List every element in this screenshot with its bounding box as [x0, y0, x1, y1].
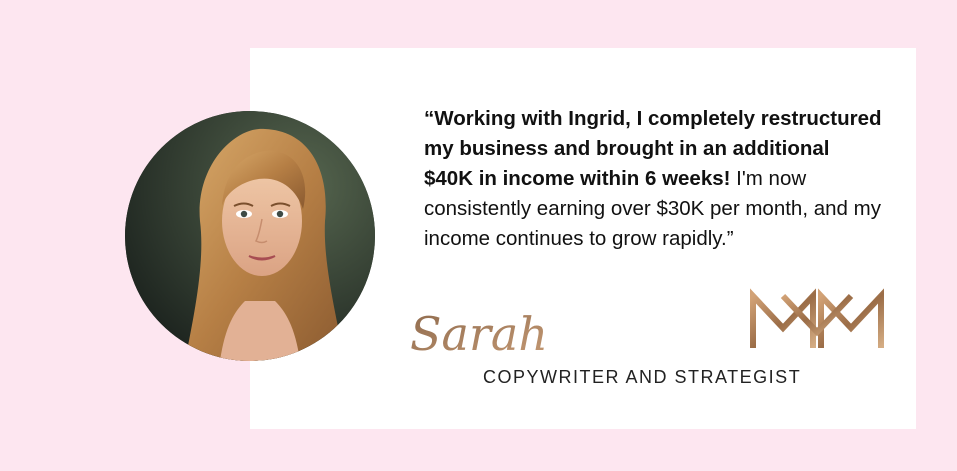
quote-bold-text: “Working with Ingrid, I completely restr…: [424, 107, 882, 190]
gold-monogram-logo: [750, 288, 884, 348]
testimonial-quote: “Working with Ingrid, I completely restr…: [424, 104, 884, 254]
signature-text: Sarah: [410, 307, 548, 361]
person-role: COPYWRITER AND STRATEGIST: [483, 367, 802, 387]
signature: Sarah: [410, 307, 548, 361]
profile-photo: [125, 111, 375, 361]
